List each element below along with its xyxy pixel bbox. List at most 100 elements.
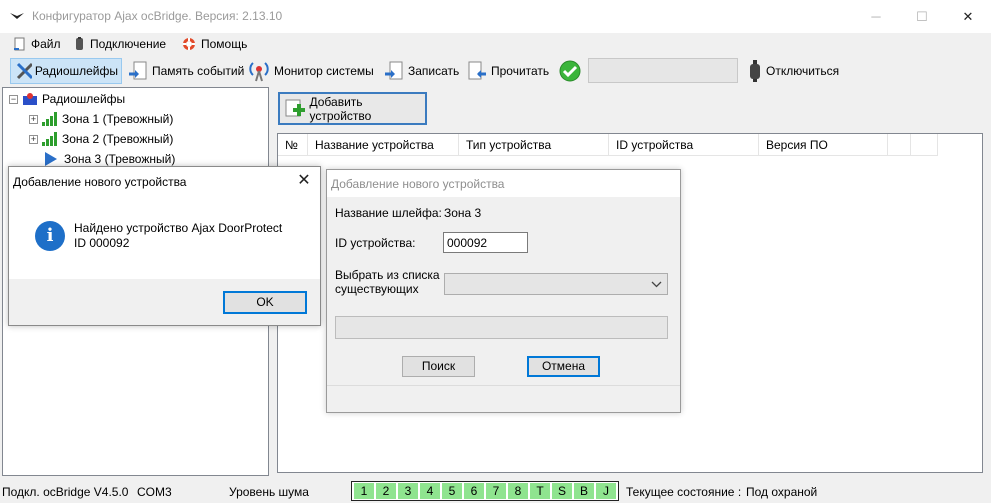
menu-help[interactable]: Помощь [182,36,247,52]
dialog-footer: OK [9,279,320,325]
tree-root[interactable]: − Радиошлейфы [9,89,125,109]
radio-loops-button[interactable]: Радиошлейфы [10,58,122,84]
document-arrow-icon [129,61,147,80]
dialog-title: Добавление нового устройства [13,175,187,189]
title-bar: Конфигуратор Ajax ocBridge. Версия: 2.13… [0,0,991,33]
devices-table-header: № Название устройства Тип устройства ID … [278,134,938,156]
noise-cell: 8 [508,483,528,499]
tree-item-zone-2[interactable]: + Зона 2 (Тревожный) [29,129,173,149]
cancel-button[interactable]: Отмена [527,356,600,377]
radio-loops-label: Радиошлейфы [34,64,118,78]
tools-icon [16,62,32,80]
loop-name-value: Зона 3 [444,206,482,220]
minimize-button[interactable]: ─ [853,0,899,33]
existing-devices-select[interactable] [444,273,668,295]
dialog-divider [327,385,680,386]
add-device-label: Добавить устройство [309,94,372,123]
noise-level-label: Уровень шума [229,485,309,499]
tree-item-label: Зона 2 (Тревожный) [62,132,174,146]
event-memory-label: Память событий [152,64,245,78]
status-bar: Подкл. ocBridge V4.5.0 COM3 Уровень шума… [0,478,991,503]
info-icon: i [35,221,65,251]
toolbar: Радиошлейфы Память событий Монитор систе… [0,56,991,86]
noise-cell: 6 [464,483,484,499]
connector-icon [76,37,83,50]
device-id-label: ID устройства: [335,236,416,250]
current-state-label: Текущее состояние : [626,485,742,499]
column-device-name[interactable]: Название устройства [308,134,459,156]
disconnect-label: Отключиться [766,64,840,78]
select-label-line1: Выбрать из списка [335,268,440,282]
noise-cell: 3 [398,483,418,499]
dialog-close-button[interactable]: ✕ [293,170,315,192]
column-extra-2[interactable] [911,134,938,156]
ok-button[interactable]: OK [223,291,307,314]
current-state-value: Под охраной [746,485,818,499]
com-port-text: COM3 [137,485,172,499]
write-button[interactable]: Записать [380,58,462,84]
menu-file-label: Файл [31,37,61,51]
signal-bars-icon [42,132,57,146]
dialog-title: Добавление нового устройства [331,177,505,191]
noise-cell: T [530,483,550,499]
chevron-down-icon [651,281,662,288]
close-button[interactable]: ✕ [945,0,991,33]
app-window: Конфигуратор Ajax ocBridge. Версия: 2.13… [0,0,991,503]
select-label-line2: существующих [335,282,419,296]
system-monitor-label: Монитор системы [274,64,374,78]
menu-connection[interactable]: Подключение [74,36,166,52]
plug-icon [750,60,760,82]
event-memory-button[interactable]: Память событий [124,58,247,84]
lifebuoy-icon [183,38,195,50]
noise-cell: S [552,483,572,499]
device-found-dialog: Добавление нового устройства ✕ i Найдено… [8,166,321,326]
column-device-type[interactable]: Тип устройства [459,134,609,156]
search-button[interactable]: Поиск [402,356,475,377]
tree-item-label: Зона 3 (Тревожный) [64,152,176,166]
add-device-button[interactable]: Добавить устройство [278,92,427,125]
column-number[interactable]: № [278,134,308,156]
disconnect-button[interactable]: Отключиться [744,58,842,84]
collapse-icon[interactable]: − [9,94,18,104]
maximize-button[interactable]: ☐ [899,0,945,33]
menu-file[interactable]: Файл [13,36,61,52]
column-extra-1[interactable] [888,134,911,156]
connected-device-text: Подкл. ocBridge V4.5.0 [2,485,129,499]
document-read-icon [468,61,486,80]
file-icon [14,37,25,51]
window-title: Конфигуратор Ajax ocBridge. Версия: 2.13… [32,9,283,23]
dialog-message-line2: ID 000092 [74,236,130,250]
column-firmware[interactable]: Версия ПО [759,134,888,156]
check-ok-icon [559,60,581,82]
add-device-icon [285,99,305,116]
noise-cell: 5 [442,483,462,499]
noise-level-indicator: 1 2 3 4 5 6 7 8 T S B J [351,481,619,501]
tree-root-label: Радиошлейфы [42,92,126,106]
tree-item-zone-1[interactable]: + Зона 1 (Тревожный) [29,109,173,129]
noise-cell: 7 [486,483,506,499]
system-monitor-button[interactable]: Монитор системы [244,58,377,84]
write-label: Записать [408,64,460,78]
play-triangle-icon [45,152,57,166]
column-device-id[interactable]: ID устройства [609,134,759,156]
ajax-logo-icon [10,13,24,19]
noise-cell: J [596,483,616,499]
radio-loops-icon [23,93,37,105]
dialog-title-bar: Добавление нового устройства [327,170,680,197]
document-arrow-icon [385,61,403,80]
read-label: Прочитать [491,64,550,78]
dialog-message-line1: Найдено устройство Ajax DoorProtect [74,221,283,235]
noise-cell: 4 [420,483,440,499]
device-id-input[interactable]: 000092 [443,232,528,253]
tree-item-label: Зона 1 (Тревожный) [62,112,174,126]
expand-icon[interactable]: + [29,134,38,144]
noise-cell: B [574,483,594,499]
noise-cell: 2 [376,483,396,499]
read-button[interactable]: Прочитать [463,58,552,84]
noise-cell: 1 [354,483,374,499]
antenna-icon [249,62,269,82]
expand-icon[interactable]: + [29,114,38,124]
menu-bar: Файл Подключение Помощь [0,33,991,55]
menu-help-label: Помощь [201,37,248,51]
add-device-dialog: Добавление нового устройства Название шл… [326,169,681,413]
